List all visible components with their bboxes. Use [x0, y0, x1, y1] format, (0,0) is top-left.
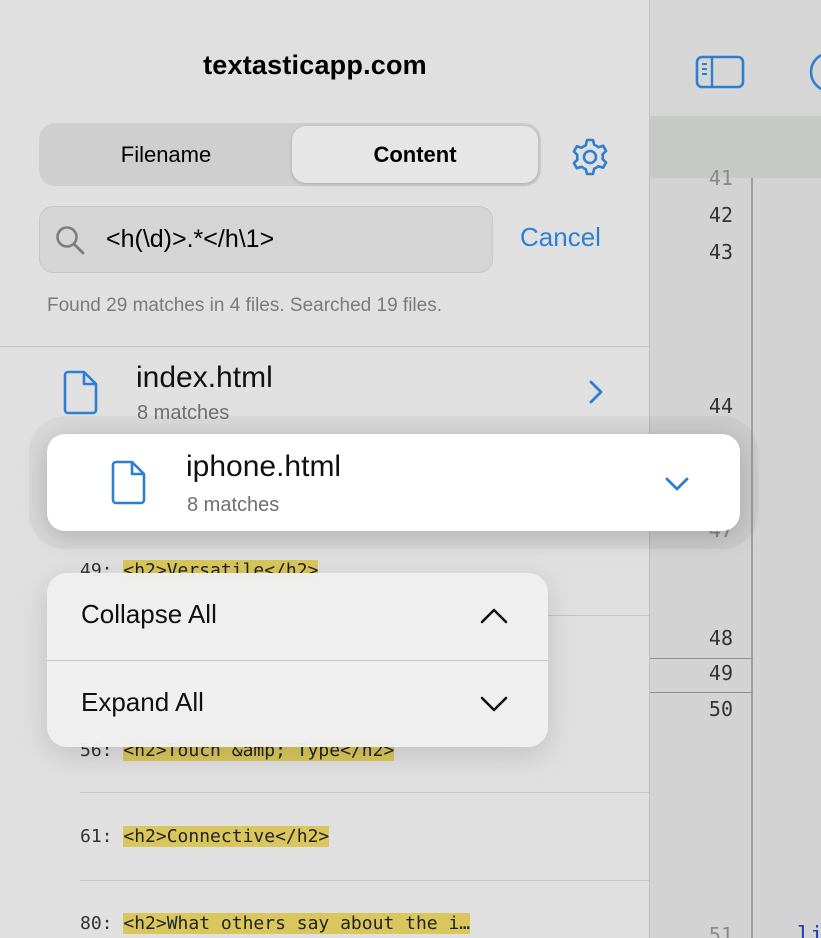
line-number: 50: [708, 697, 733, 721]
document-icon: [111, 460, 146, 505]
segment-content[interactable]: Content: [292, 126, 538, 183]
match-count: 8 matches: [137, 402, 230, 424]
toolbar-button-icon[interactable]: [808, 50, 821, 94]
match-count: 8 matches: [187, 494, 280, 516]
file-row-index-html[interactable]: index.html 8 matches: [0, 347, 649, 435]
search-input[interactable]: [106, 207, 486, 272]
match-line[interactable]: 61: <h2>Connective</h2>: [80, 826, 620, 847]
search-mode-segmented-control: Filename Content: [39, 123, 541, 186]
tab-bar: [650, 116, 821, 178]
search-icon: [56, 226, 85, 255]
divider: [80, 880, 649, 881]
document-icon: [63, 370, 98, 415]
sidebar-toggle-icon[interactable]: [695, 55, 745, 89]
divider: [80, 792, 649, 793]
editor-toolbar: [650, 0, 821, 116]
line-number: 48: [708, 626, 733, 650]
code-text: li: [797, 923, 821, 938]
chevron-up-icon: [480, 608, 508, 624]
chevron-right-icon[interactable]: [583, 379, 609, 405]
file-row-iphone-html[interactable]: iphone.html 8 matches: [47, 434, 740, 531]
line-number: 80:: [80, 913, 113, 934]
search-field: [39, 206, 493, 273]
chevron-down-icon: [480, 696, 508, 712]
line-number: 61:: [80, 826, 113, 847]
line-number: 43: [708, 240, 733, 264]
menu-item-label: Collapse All: [81, 599, 217, 629]
match-code: <h2>Connective</h2>: [123, 826, 330, 847]
menu-item-label: Expand All: [81, 687, 204, 717]
file-name: index.html: [136, 361, 273, 394]
line-number: 41: [708, 166, 733, 190]
line-number-gutter: 41 42 43 44 47 48 49 50 51: [650, 166, 753, 938]
expand-all-menu-item[interactable]: Expand All: [47, 661, 548, 747]
file-name: iphone.html: [186, 450, 342, 483]
gear-icon[interactable]: [568, 135, 612, 179]
current-line-highlight: [650, 658, 753, 693]
line-number: 44: [708, 394, 733, 418]
line-number: 42: [708, 203, 733, 227]
segment-filename[interactable]: Filename: [42, 126, 290, 183]
chevron-down-icon[interactable]: [664, 471, 690, 497]
line-number: 49: [708, 661, 733, 685]
context-menu: Collapse All Expand All: [47, 573, 548, 747]
match-line[interactable]: 80: <h2>What others say about the i…: [80, 913, 620, 934]
project-title: textasticapp.com: [203, 50, 427, 80]
line-number: 51: [708, 923, 733, 938]
collapse-all-menu-item[interactable]: Collapse All: [47, 573, 548, 659]
match-code: <h2>What others say about the i…: [123, 913, 471, 934]
cancel-button[interactable]: Cancel: [520, 222, 601, 253]
search-summary: Found 29 matches in 4 files. Searched 19…: [47, 295, 443, 316]
